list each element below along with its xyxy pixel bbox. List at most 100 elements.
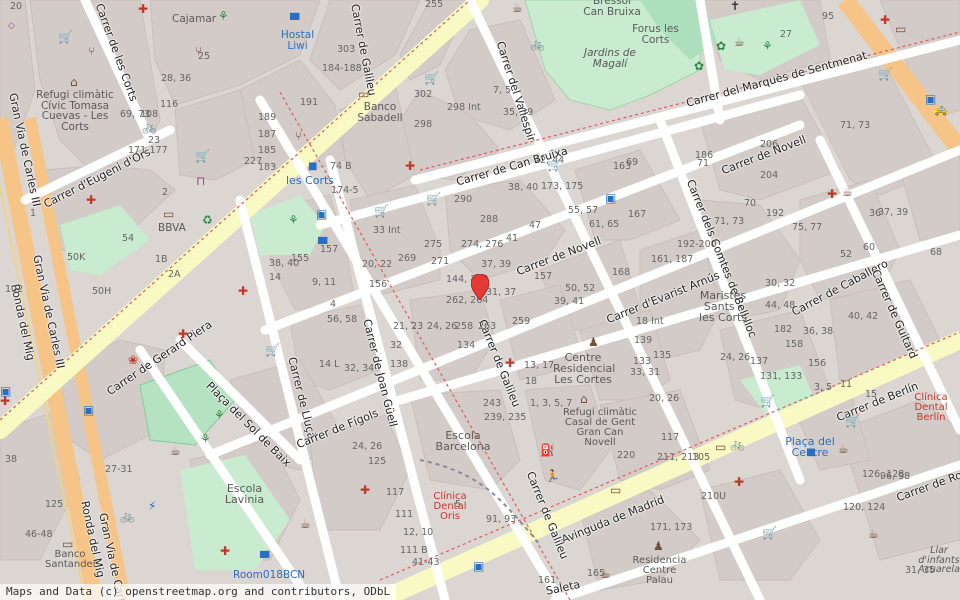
house-number: 125: [45, 499, 64, 510]
hotel-icon: ▀: [318, 237, 328, 251]
bus-stop-icon: ▣: [605, 191, 617, 205]
house-number: 3, 5: [814, 382, 833, 393]
cafe-icon: ☕: [842, 185, 853, 199]
house-number: 55, 57: [568, 205, 599, 216]
house-number: 14: [269, 272, 282, 283]
house-number: 31, 35: [905, 565, 936, 576]
house-number: 12, 10: [403, 527, 434, 538]
house-number: 184-188: [322, 63, 362, 74]
pharmacy-icon: ✚: [734, 475, 745, 489]
house-number: 258: [455, 321, 474, 332]
house-number: 69: [626, 157, 639, 168]
house-number: 192-200: [677, 239, 717, 250]
house-number: 32, 34: [344, 363, 375, 374]
social-facility-icon: ♟: [653, 539, 664, 553]
house-number: 157: [534, 271, 553, 282]
house-number: 35, 39: [503, 107, 534, 118]
pharmacy-icon: ✚: [505, 356, 516, 370]
house-number: 275: [424, 239, 443, 250]
house-number: 298: [414, 119, 433, 130]
house-number: 20, 26: [649, 393, 680, 404]
house-number: 171-177: [128, 145, 168, 156]
hotel-icon: ▀: [260, 551, 270, 565]
house-number: 167: [628, 209, 647, 220]
house-number: 71, 73: [840, 120, 871, 131]
map-attribution[interactable]: Maps and Data (c) openstreetmap.org and …: [0, 584, 397, 600]
house-number: 38, 40: [508, 182, 539, 193]
bank-icon: ▭: [610, 483, 622, 497]
house-number: 21, 23: [393, 321, 424, 332]
shop-icon: ⊓: [196, 174, 206, 188]
map-view[interactable]: Carrer de Galileu Carrer del Vallespir C…: [0, 0, 960, 600]
house-number: 2: [162, 187, 169, 198]
supermarket-icon: 🛒: [845, 414, 860, 428]
house-number: 255: [425, 0, 444, 10]
label-clinica-dental-berlin: Clínica Dental Berlín: [914, 392, 948, 423]
house-number: 239, 235: [484, 412, 527, 423]
house-number: 47: [529, 220, 542, 231]
label-centre-residencial: Centre Residencial Les Cortes: [553, 351, 616, 386]
supermarket-icon: 🛒: [374, 204, 389, 218]
restaurant-icon: ⑂: [295, 129, 303, 143]
bank-icon: ▭: [715, 440, 727, 454]
house-number: 186: [695, 150, 714, 161]
supermarket-icon: 🛒: [878, 67, 893, 81]
hotel-icon: ▀: [290, 13, 300, 27]
restaurant-icon: ⌂: [70, 75, 78, 89]
bank-icon: ▭: [163, 207, 175, 221]
house-number: 50H: [92, 286, 112, 297]
bicycle-rental-icon: 🚲: [142, 120, 157, 134]
sports-icon: 🏃: [545, 469, 560, 483]
label-maristes-sants: Maristes Sants - les Corts: [698, 289, 748, 324]
label-hostal-liwi: Hostal Liwi: [280, 29, 315, 52]
house-number: 187: [258, 129, 277, 140]
playground-icon: ⚘: [218, 9, 229, 23]
house-number: 210U: [701, 491, 727, 502]
bicycle-rental-icon: 🚲: [530, 37, 545, 51]
house-number: 191: [300, 97, 319, 108]
cafe-icon: ☕: [600, 567, 611, 581]
house-number: 15: [865, 389, 878, 400]
bank-icon: ▭: [62, 537, 74, 551]
house-number: 11: [840, 379, 853, 390]
house-number: 28, 36: [161, 73, 192, 84]
house-number: 33, 31: [630, 367, 661, 378]
house-number: 27-31: [105, 464, 133, 475]
pharmacy-icon: ✚: [405, 159, 416, 173]
house-number: 303: [337, 44, 356, 55]
house-number: 40, 42: [848, 311, 879, 322]
house-number: 75, 77: [792, 222, 823, 233]
house-number: 125: [368, 456, 387, 467]
bank-icon: ▭: [358, 87, 370, 101]
map-pin[interactable]: [471, 274, 489, 300]
house-number: 116: [160, 99, 179, 110]
supermarket-icon: 🛒: [265, 343, 280, 357]
label-les-corts-metro: les Corts: [286, 174, 335, 187]
label-clinica-dental-oris: Clínica Dental Oris: [433, 491, 467, 522]
house-number: 298 Int: [447, 102, 481, 113]
house-number: 156: [808, 358, 827, 369]
house-number: 18: [525, 376, 538, 387]
pharmacy-icon: ✚: [238, 284, 249, 298]
metro-station-icon: ■: [806, 447, 816, 458]
restaurant-icon: ⑂: [88, 44, 96, 58]
house-number: 50, 52: [565, 283, 596, 294]
house-number: 24, 26: [427, 321, 458, 332]
house-number: 117: [386, 487, 405, 498]
pharmacy-icon: ✚: [178, 327, 189, 341]
house-number: 71, 73: [714, 216, 745, 227]
house-number: 269: [398, 253, 417, 264]
house-number: 7, 5: [493, 85, 512, 96]
house-number: 1B: [155, 254, 168, 265]
house-number: 139: [634, 335, 653, 346]
bicycle-rental-icon: 🚲: [730, 437, 745, 451]
dog-park-icon: ✿: [716, 39, 727, 53]
bicycle-rental-icon: 🚲: [120, 509, 135, 523]
house-number: 27: [780, 29, 793, 40]
house-number: 137: [750, 356, 769, 367]
house-number: 33 Int: [373, 225, 401, 236]
cafe-icon: ☕: [734, 35, 745, 49]
supermarket-icon: 🛒: [424, 71, 439, 85]
house-number: 68: [930, 247, 943, 258]
house-number: 288: [480, 214, 499, 225]
